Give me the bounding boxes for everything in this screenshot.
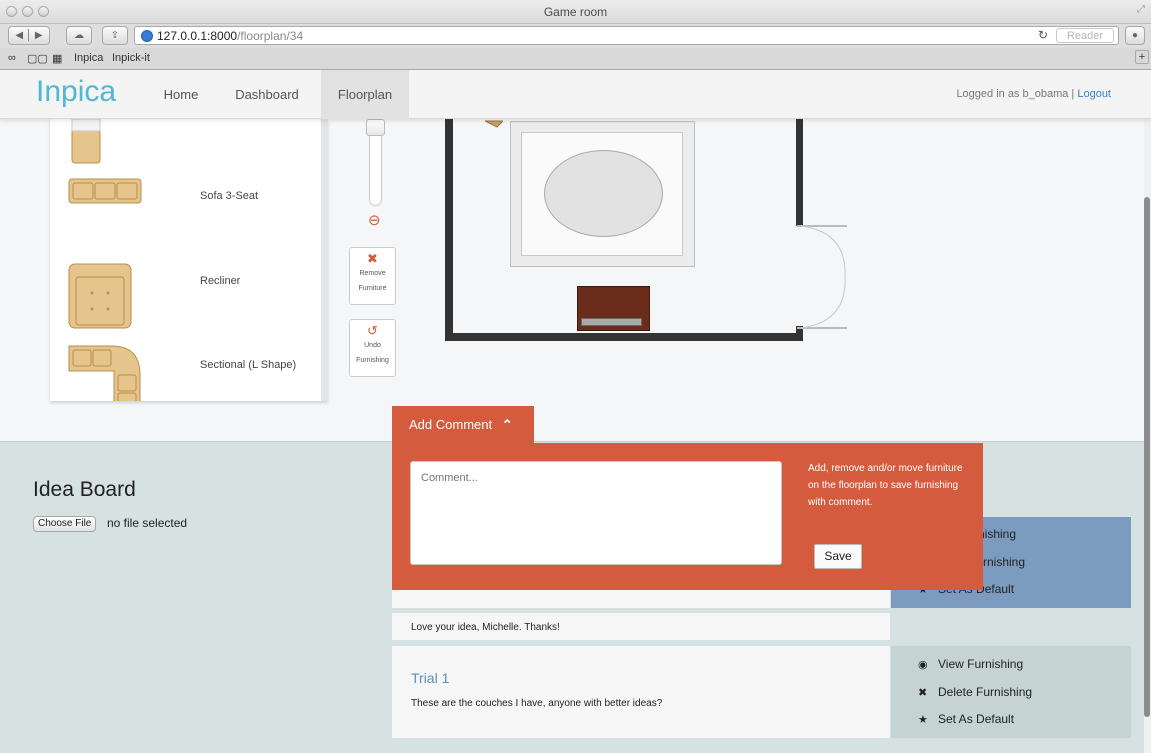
furniture-item-recliner[interactable]: Recliner — [50, 259, 321, 329]
furniture-item-sectional[interactable]: Sectional (L Shape) — [50, 343, 321, 401]
fullscreen-icon[interactable]: ⤢ — [1137, 4, 1145, 15]
wall-left — [445, 119, 453, 341]
cloud-icon: ☁ — [74, 30, 84, 41]
recliner-icon — [68, 263, 132, 329]
furniture-palette[interactable]: Sofa 3-Seat Recliner Sectional (L Shape) — [50, 119, 328, 401]
remove-icon: ✖ — [367, 251, 378, 266]
reading-list-icon[interactable]: ∞ — [8, 52, 16, 64]
share-icon: ⇪ — [110, 30, 120, 41]
sectional-icon — [68, 345, 141, 401]
reload-icon[interactable]: ↻ — [1038, 28, 1048, 42]
login-status: Logged in as b_obama | Logout — [956, 88, 1111, 100]
furnishing-actions-card: ◉ View Furnishing ✖ Delete Furnishing ★ Set… — [891, 646, 1131, 738]
icloud-button[interactable]: ☁ — [66, 26, 92, 45]
coffee-table[interactable] — [544, 150, 663, 237]
remove-furniture-label: Remove Furniture — [358, 270, 387, 292]
tv-icon — [581, 318, 642, 326]
download-icon: ● — [1131, 30, 1139, 41]
door-icon — [797, 225, 847, 329]
window-titlebar: Game room ⤢ — [0, 0, 1151, 24]
address-bar[interactable]: 127.0.0.1:8000/floorplan/34 ↻ Reader — [134, 26, 1119, 45]
undo-furnishing-button[interactable]: ↺ Undo Furnishing — [349, 319, 396, 377]
scrollbar-thumb[interactable] — [1144, 197, 1150, 717]
idea-board-title: Idea Board — [33, 478, 136, 501]
bookmark-inpick-it[interactable]: Inpick-it — [112, 52, 150, 64]
save-comment-button[interactable]: Save — [814, 544, 862, 569]
forward-icon[interactable]: ▶ — [35, 30, 43, 41]
reply-card: Love your idea, Michelle. Thanks! — [392, 613, 890, 640]
comment-card-trial-1: Trial 1 These are the couches I have, an… — [392, 646, 890, 738]
window-title: Game room — [543, 5, 608, 19]
back-icon[interactable]: ◀ — [15, 30, 23, 41]
browser-toolbar: ◀ │ ▶ ☁ ⇪ 127.0.0.1:8000/floorplan/34 ↻ … — [0, 24, 1151, 48]
nav-home[interactable]: Home — [148, 70, 214, 119]
comment-card — [392, 590, 890, 608]
comment-help-text: Add, remove and/or move furniture on the… — [808, 463, 963, 508]
furniture-label: Sectional (L Shape) — [200, 359, 297, 371]
add-comment-tab[interactable]: Add Comment ⌃ — [392, 406, 534, 443]
url-path: /floorplan/34 — [237, 28, 304, 43]
zoom-slider-handle[interactable] — [366, 119, 385, 136]
set-default-action[interactable]: ★ Set As Default — [918, 712, 1014, 726]
share-button[interactable]: ⇪ — [102, 26, 128, 45]
logout-link[interactable]: Logout — [1077, 88, 1111, 100]
back-forward-buttons[interactable]: ◀ │ ▶ — [8, 26, 50, 45]
logged-in-as: Logged in as b_obama | — [956, 88, 1078, 100]
undo-icon: ↺ — [367, 323, 378, 338]
reader-button[interactable]: Reader — [1056, 28, 1114, 43]
remove-furniture-button[interactable]: ✖ Remove Furniture — [349, 247, 396, 305]
delete-furnishing-label: Delete Furnishing — [938, 685, 1033, 699]
set-default-label: Set As Default — [938, 712, 1015, 726]
bookmarks-icon[interactable]: ▢▢ — [27, 52, 48, 65]
view-furnishing-action[interactable]: ◉ View Furnishing — [918, 657, 1023, 671]
wall-right-upper — [796, 119, 803, 226]
top-sites-icon[interactable]: ▦ — [52, 52, 62, 65]
downloads-button[interactable]: ● — [1125, 26, 1145, 45]
url-host: 127.0.0.1:8000 — [157, 28, 238, 43]
inpica-logo[interactable]: Inpica — [36, 75, 116, 109]
nav-dashboard[interactable]: Dashboard — [224, 70, 310, 119]
delete-icon: ✖ — [918, 687, 928, 699]
furniture-item-sofa[interactable]: Sofa 3-Seat — [50, 174, 321, 224]
site-navbar: Inpica Home Dashboard Floorplan Logged i… — [0, 70, 1151, 119]
furniture-label: Recliner — [200, 275, 241, 287]
wall-bottom — [445, 333, 801, 341]
nav-floorplan[interactable]: Floorplan — [321, 70, 409, 119]
new-tab-button[interactable]: + — [1135, 50, 1149, 64]
comment-title[interactable]: Trial 1 — [411, 670, 449, 686]
comment-input[interactable] — [410, 461, 782, 565]
furniture-label: Sofa 3-Seat — [200, 190, 259, 202]
star-icon: ★ — [918, 714, 928, 726]
globe-icon — [141, 29, 153, 42]
reply-text: Love your idea, Michelle. Thanks! — [411, 622, 560, 633]
sofa-icon — [68, 178, 142, 204]
chevron-up-icon: ⌃ — [501, 417, 513, 432]
zoom-out-icon[interactable]: ⊖ — [368, 211, 381, 229]
undo-furnishing-label: Undo Furnishing — [356, 342, 389, 364]
chair-icon — [485, 120, 503, 128]
bookmarks-bar: ∞ ▢▢ ▦ Inpica Inpick-it + — [0, 48, 1151, 70]
furniture-item-partial[interactable] — [68, 119, 108, 171]
file-status: no file selected — [107, 516, 188, 530]
bookmark-inpica[interactable]: Inpica — [74, 52, 103, 64]
delete-furnishing-action[interactable]: ✖ Delete Furnishing — [918, 685, 1032, 699]
view-furnishing-label: View Furnishing — [938, 657, 1024, 671]
eye-icon: ◉ — [918, 659, 928, 671]
add-comment-label: Add Comment — [409, 417, 493, 432]
comment-text: These are the couches I have, anyone wit… — [411, 698, 663, 709]
choose-file-button[interactable]: Choose File — [33, 516, 97, 532]
